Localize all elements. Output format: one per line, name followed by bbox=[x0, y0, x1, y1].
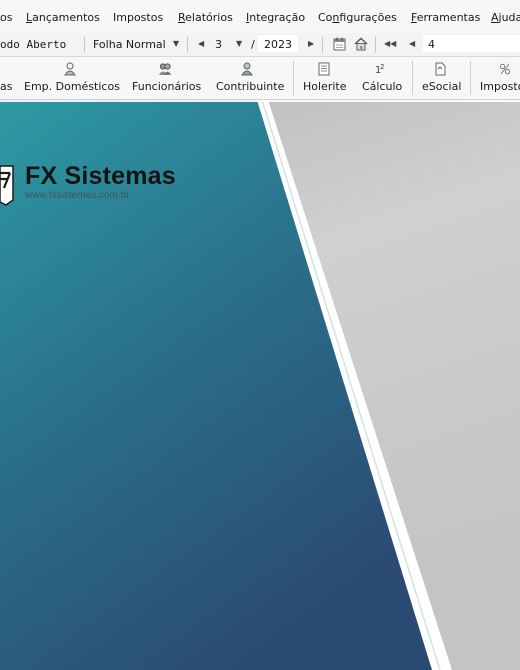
calendar-icon[interactable] bbox=[333, 37, 346, 54]
module-label: as bbox=[0, 80, 13, 93]
taxes-icon bbox=[498, 62, 512, 76]
toolbar-separator bbox=[322, 36, 323, 53]
toolbar-separator bbox=[187, 36, 188, 53]
module-button-contribuinte[interactable]: Contribuinte bbox=[214, 57, 288, 99]
first-record-icon[interactable]: ◀◀ bbox=[384, 39, 396, 48]
module-button-esocial[interactable]: eSocial bbox=[420, 57, 464, 99]
module-button-impostos[interactable]: Impostos bbox=[478, 57, 520, 99]
menu-item-cadastros[interactable]: os bbox=[0, 11, 12, 24]
module-toolbar: as Emp. Domésticos Funcionários Contribu… bbox=[0, 57, 520, 100]
chevron-down-icon[interactable]: ▼ bbox=[236, 39, 242, 48]
splash-background: FX Sistemas www.fxsistemas.com.br bbox=[0, 100, 520, 670]
module-button-emp-domesticos[interactable]: Emp. Domésticos bbox=[22, 57, 120, 99]
esocial-icon bbox=[433, 62, 447, 76]
home-icon[interactable] bbox=[354, 37, 368, 54]
employees-icon bbox=[158, 62, 172, 76]
module-button-funcionarios[interactable]: Funcionários bbox=[130, 57, 208, 99]
module-label: Emp. Domésticos bbox=[24, 80, 120, 93]
module-label: Holerite bbox=[303, 80, 347, 93]
payroll-type-select[interactable]: Folha Normal bbox=[93, 38, 166, 51]
module-button-cut[interactable]: as bbox=[0, 57, 14, 99]
module-label: Contribuinte bbox=[216, 80, 285, 93]
period-toolbar: odo Aberto Folha Normal ▼ ◀ 3 ▼ / 2023 ▶… bbox=[0, 33, 520, 57]
previous-record-icon[interactable]: ◀ bbox=[409, 39, 415, 48]
domestic-employee-icon bbox=[63, 62, 77, 76]
module-button-holerite[interactable]: Holerite bbox=[302, 57, 350, 99]
menu-item-ajuda[interactable]: Ajuda bbox=[491, 11, 520, 24]
toolbar-separator bbox=[470, 61, 471, 95]
menu-item-ferramentas[interactable]: Ferramentas bbox=[411, 11, 480, 24]
module-label: Funcionários bbox=[132, 80, 202, 93]
toolbar-separator bbox=[375, 36, 376, 53]
month-field[interactable]: 3 bbox=[215, 38, 222, 51]
svg-text:2: 2 bbox=[380, 63, 384, 71]
next-month-icon[interactable]: ▶ bbox=[308, 39, 314, 48]
module-label: Cálculo bbox=[362, 80, 403, 93]
company-logo-mark bbox=[0, 164, 14, 209]
toolbar-separator bbox=[293, 61, 294, 95]
payslip-icon bbox=[317, 62, 331, 76]
chevron-down-icon[interactable]: ▼ bbox=[173, 39, 179, 48]
module-label: Impostos bbox=[480, 80, 520, 93]
previous-month-icon[interactable]: ◀ bbox=[198, 39, 204, 48]
calculation-icon: 12 bbox=[374, 62, 388, 76]
record-number-field[interactable]: 4 bbox=[428, 38, 435, 51]
period-status: odo Aberto bbox=[0, 38, 67, 51]
module-label: eSocial bbox=[422, 80, 462, 93]
menu-item-integracao[interactable]: Integração bbox=[246, 11, 305, 24]
menu-item-relatorios[interactable]: Relatórios bbox=[178, 11, 233, 24]
toolbar-separator bbox=[84, 36, 85, 53]
date-separator: / bbox=[251, 38, 255, 51]
brand-name: FX Sistemas bbox=[25, 162, 176, 190]
contributor-icon bbox=[240, 62, 254, 76]
record-number-box[interactable] bbox=[423, 35, 520, 52]
brand-url: www.fxsistemas.com.br bbox=[25, 190, 130, 201]
toolbar-separator bbox=[412, 61, 413, 95]
year-field[interactable]: 2023 bbox=[264, 38, 292, 51]
module-button-calculo[interactable]: 12 Cálculo bbox=[360, 57, 406, 99]
menu-item-impostos[interactable]: Impostos bbox=[113, 11, 163, 24]
menu-item-configuracoes[interactable]: Configurações bbox=[318, 11, 397, 24]
menu-item-lancamentos[interactable]: Lançamentos bbox=[26, 11, 100, 24]
menu-bar: os Lançamentos Impostos Relatórios Integ… bbox=[0, 0, 520, 34]
